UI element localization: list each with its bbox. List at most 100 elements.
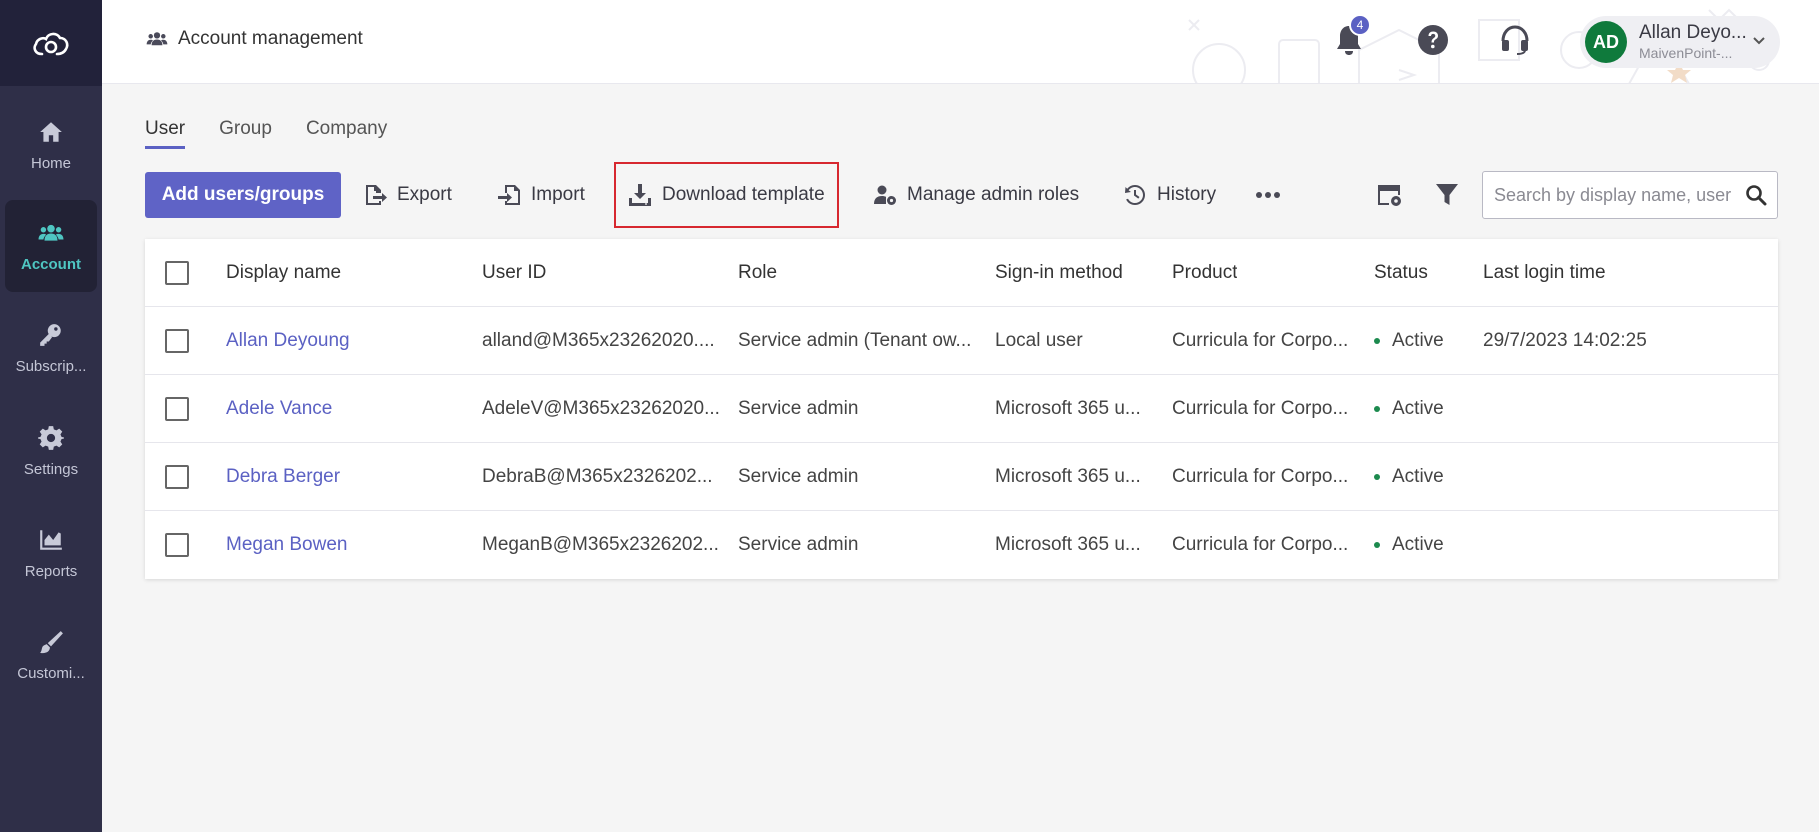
avatar: AD: [1585, 21, 1627, 63]
table-header-row: Display name User ID Role Sign-in method…: [145, 239, 1778, 307]
import-label: Import: [531, 184, 585, 205]
search-box: [1482, 171, 1778, 219]
table-row: Adele Vance AdeleV@M365x23262020... Serv…: [145, 375, 1778, 443]
history-label: History: [1157, 184, 1217, 205]
top-header: Account management 4 AD Allan Deyo... Ma…: [102, 0, 1819, 84]
tab-group[interactable]: Group: [219, 118, 272, 149]
import-icon: [498, 185, 520, 205]
user-display-name-link[interactable]: Megan Bowen: [226, 511, 347, 579]
chevron-down-icon: [1753, 37, 1765, 45]
user-id-cell: DebraB@M365x2326202...: [482, 466, 713, 487]
signin-method-cell: Microsoft 365 u...: [995, 398, 1141, 419]
user-menu[interactable]: AD Allan Deyo... MaivenPoint-...: [1580, 16, 1780, 68]
key-icon: [40, 323, 61, 346]
filter-icon: [1436, 184, 1458, 205]
signin-method-cell: Microsoft 365 u...: [995, 466, 1141, 487]
sidebar-item-label: Reports: [24, 562, 78, 580]
table-row: Debra Berger DebraB@M365x2326202... Serv…: [145, 443, 1778, 511]
status-text: Active: [1392, 534, 1444, 555]
users-icon: [38, 224, 64, 241]
export-label: Export: [397, 184, 452, 205]
status-cell: Active: [1374, 307, 1444, 375]
sidebar: Home Account Subscrip... Settings Report…: [0, 0, 102, 832]
user-id-cell: alland@M365x23262020....: [482, 330, 715, 351]
row-select-cell: [165, 307, 189, 375]
toolbar: Add users/groups Export Import Download …: [145, 162, 1778, 228]
column-header[interactable]: Status: [1374, 239, 1428, 307]
row-select-cell: [165, 443, 189, 511]
status-dot: [1374, 406, 1380, 412]
tab-bar: User Group Company: [145, 118, 421, 149]
user-id-cell: MeganB@M365x2326202...: [482, 534, 719, 555]
select-all-checkbox[interactable]: [165, 261, 189, 285]
sidebar-item-account[interactable]: Account: [5, 200, 97, 292]
sidebar-item-home[interactable]: Home: [5, 99, 97, 191]
download-icon: [629, 184, 651, 206]
user-display-name-link[interactable]: Allan Deyoung: [226, 307, 350, 375]
support-button[interactable]: [1495, 20, 1535, 60]
column-settings-button[interactable]: [1374, 179, 1406, 211]
brush-icon: [40, 630, 63, 653]
add-users-groups-button[interactable]: Add users/groups: [145, 172, 341, 218]
export-icon: [366, 185, 387, 205]
user-display-name-link[interactable]: Adele Vance: [226, 375, 332, 443]
row-checkbox[interactable]: [165, 397, 189, 421]
notification-count-badge: 4: [1349, 14, 1371, 36]
status-text: Active: [1392, 398, 1444, 419]
signin-method-cell: Local user: [995, 330, 1083, 351]
product-cell: Curricula for Corpo...: [1172, 534, 1349, 555]
manage-admin-roles-button[interactable]: Manage admin roles: [873, 172, 1079, 218]
more-horizontal-icon: [1256, 192, 1280, 198]
row-select-cell: [165, 375, 189, 443]
sidebar-item-subscription[interactable]: Subscrip...: [5, 302, 97, 394]
row-checkbox[interactable]: [165, 329, 189, 353]
app-logo[interactable]: [0, 0, 102, 86]
column-header[interactable]: Role: [738, 239, 777, 307]
more-options-button[interactable]: [1252, 179, 1284, 211]
status-cell: Active: [1374, 511, 1444, 579]
search-icon[interactable]: [1745, 184, 1767, 206]
signin-method-cell: Microsoft 365 u...: [995, 534, 1141, 555]
sidebar-item-reports[interactable]: Reports: [5, 507, 97, 599]
sidebar-item-customization[interactable]: Customi...: [5, 609, 97, 701]
filter-button[interactable]: [1431, 179, 1463, 211]
column-header[interactable]: Display name: [226, 239, 341, 307]
import-button[interactable]: Import: [497, 172, 585, 218]
user-display-name-link[interactable]: Debra Berger: [226, 443, 340, 511]
status-cell: Active: [1374, 443, 1444, 511]
tab-company[interactable]: Company: [306, 118, 387, 149]
page-title-text: Account management: [178, 28, 363, 49]
history-button[interactable]: History: [1123, 172, 1216, 218]
product-cell: Curricula for Corpo...: [1172, 466, 1349, 487]
help-button[interactable]: [1413, 20, 1453, 60]
download-template-label: Download template: [662, 184, 825, 205]
column-header[interactable]: User ID: [482, 239, 546, 307]
last-login-cell: 29/7/2023 14:02:25: [1483, 330, 1647, 351]
sidebar-item-settings[interactable]: Settings: [5, 405, 97, 497]
role-cell: Service admin: [738, 398, 859, 419]
cloud-logo-icon: [33, 32, 69, 56]
headset-icon: [1501, 25, 1529, 55]
product-cell: Curricula for Corpo...: [1172, 330, 1349, 351]
select-all-cell: [165, 239, 189, 307]
column-header[interactable]: Product: [1172, 239, 1237, 307]
status-dot: [1374, 542, 1380, 548]
notifications-button[interactable]: 4: [1329, 14, 1371, 60]
status-dot: [1374, 474, 1380, 480]
table-row: Megan Bowen MeganB@M365x2326202... Servi…: [145, 511, 1778, 579]
row-select-cell: [165, 511, 189, 579]
role-cell: Service admin: [738, 466, 859, 487]
tab-user[interactable]: User: [145, 118, 186, 149]
export-button[interactable]: Export: [363, 172, 452, 218]
search-input[interactable]: [1483, 172, 1735, 218]
download-template-button[interactable]: Download template: [614, 162, 839, 228]
history-icon: [1125, 185, 1145, 205]
manage-admin-roles-label: Manage admin roles: [907, 184, 1080, 205]
column-header[interactable]: Sign-in method: [995, 239, 1123, 307]
column-header[interactable]: Last login time: [1483, 239, 1606, 307]
sidebar-item-label: Subscrip...: [15, 357, 87, 375]
home-icon: [40, 121, 62, 142]
row-checkbox[interactable]: [165, 533, 189, 557]
table-settings-icon: [1378, 185, 1401, 206]
row-checkbox[interactable]: [165, 465, 189, 489]
